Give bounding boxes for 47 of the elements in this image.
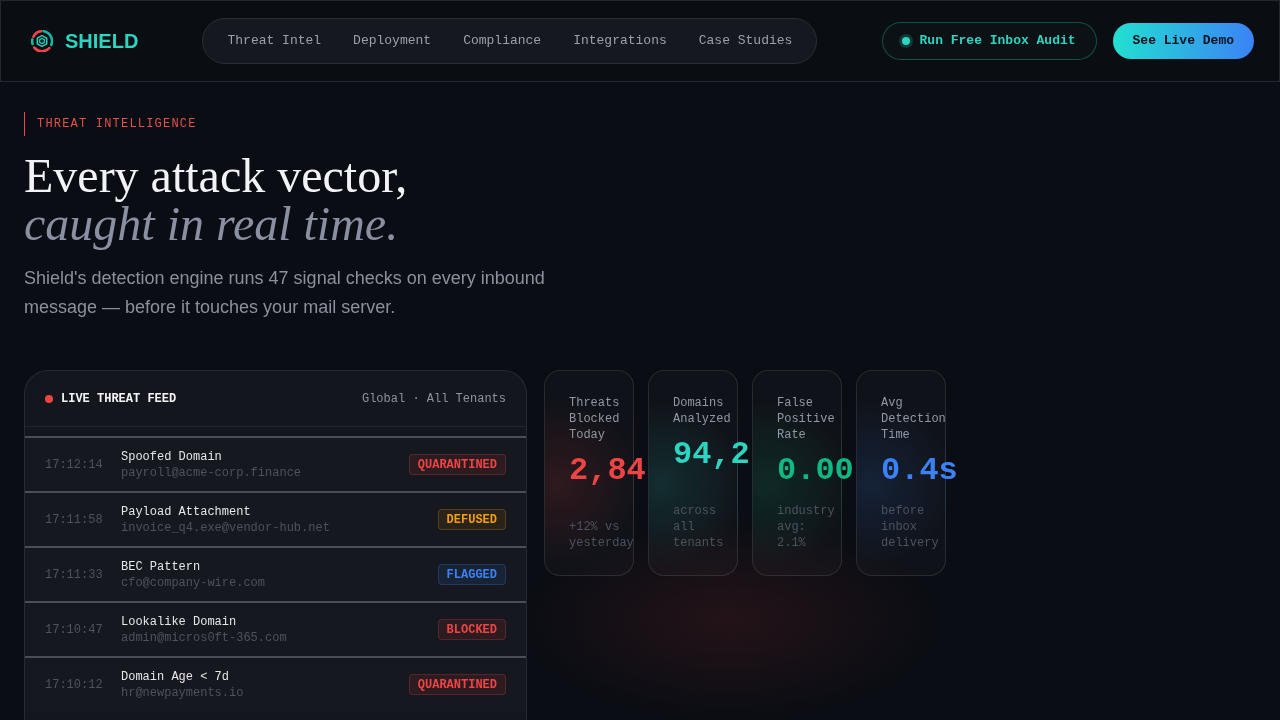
sender-email: hr@newpayments.io — [121, 684, 244, 701]
nav-link[interactable]: Case Studies — [698, 31, 793, 51]
stat-value: 0.00 — [777, 455, 854, 487]
threat-type: Payload Attachment — [121, 503, 251, 520]
sender-email: invoice_q4.exe@vendor-hub.net — [121, 519, 330, 536]
eyebrow-label: THREAT INTELLIGENCE — [24, 112, 197, 136]
status-dot-icon — [898, 34, 913, 48]
stat-note: industry avg: 2.1% — [777, 503, 835, 551]
timestamp: 17:11:33 — [45, 566, 104, 584]
status-badge: BLOCKED — [437, 619, 506, 640]
stat-label: Avg Detection Time — [881, 395, 946, 443]
timestamp: 17:12:14 — [45, 456, 104, 474]
hero-description: Shield's detection engine runs 47 signal checks on every inbound message — before it touches your mail server. — [24, 267, 546, 319]
status-badge: DEFUSED — [437, 509, 506, 530]
timestamp: 17:11:58 — [45, 511, 104, 529]
stat-label: False Positive Rate — [777, 395, 835, 443]
sender-email: payroll@acme-corp.finance — [121, 464, 302, 481]
stat-note: +12% vs yesterday — [569, 519, 634, 551]
shield-logo-icon — [31, 30, 53, 52]
stat-label: Threats Blocked Today — [569, 395, 620, 443]
hero-heading: Every attack vector, — [24, 152, 408, 200]
secondary-button[interactable]: Run Free Inbox Audit — [881, 22, 1097, 60]
nav-link[interactable]: Compliance — [463, 31, 542, 51]
nav-link[interactable]: Threat Intel — [227, 31, 322, 51]
sender-email: cfo@company-wire.com — [121, 574, 266, 591]
status-badge: QUARANTINED — [408, 674, 506, 695]
sender-email: admin@micros0ft-365.com — [121, 629, 287, 646]
threat-type: Spoofed Domain — [121, 448, 222, 465]
status-badge: QUARANTINED — [408, 454, 506, 475]
nav-link[interactable]: Deployment — [353, 31, 432, 51]
stat-value: 94,2 — [673, 439, 750, 471]
stat-value: 2,84 — [569, 455, 646, 487]
threat-type: Domain Age < 7d — [121, 668, 230, 685]
threat-type: BEC Pattern — [121, 558, 201, 575]
stat-note: before inbox delivery — [881, 503, 939, 551]
stat-label: Domains Analyzed — [673, 395, 731, 427]
nav-link[interactable]: Integrations — [573, 31, 667, 51]
timestamp: 17:10:47 — [45, 621, 104, 639]
timestamp: 17:10:12 — [45, 676, 104, 694]
status-badge: FLAGGED — [437, 564, 506, 585]
stat-note: across all tenants — [673, 503, 724, 551]
threat-type: Lookalike Domain — [121, 613, 237, 630]
primary-button[interactable]: See Live Demo — [1112, 23, 1254, 59]
feed-title: LIVE THREAT FEED — [61, 390, 177, 408]
feed-scope: Global · All Tenants — [361, 390, 506, 408]
brand-name: SHIELD — [65, 29, 139, 54]
stat-value: 0.4s — [881, 455, 958, 487]
